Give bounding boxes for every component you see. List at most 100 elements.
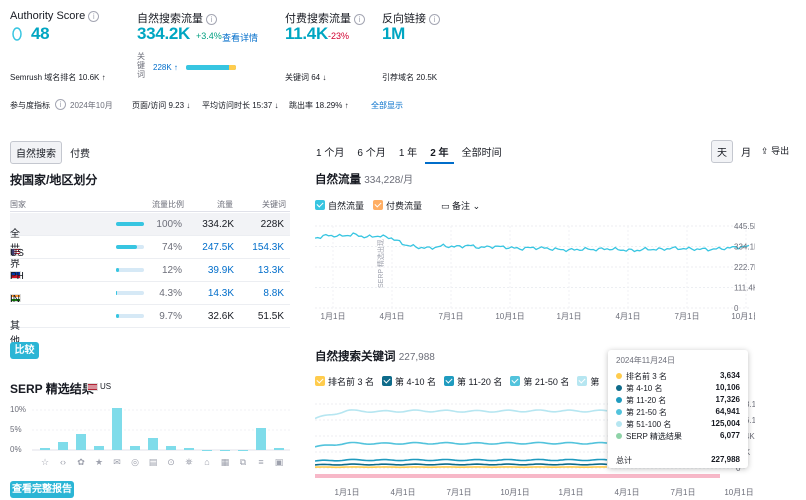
keywords-value[interactable]: 13.3K [258, 265, 284, 276]
export-button[interactable]: ⇪ 导出 [761, 144, 789, 157]
serp-feature-icon: ☆ [41, 457, 49, 467]
paid-traffic-value[interactable]: 11.4K [285, 24, 328, 44]
serp-feature-icon: ⊙ [167, 457, 175, 467]
chevron-down-icon: ⌄ [472, 201, 481, 211]
serp-features-chart: ☆ ‹› ✿ ★ ✉ ◎ ▤ ⊙ ⛯ ⌂ ▦ ⧉ ≡ ▣ [32, 408, 290, 467]
share-value: 4.3% [159, 288, 182, 299]
serp-feature-icon: ▣ [275, 457, 284, 467]
traffic-value[interactable]: 247.5K [202, 242, 234, 253]
granularity-month[interactable]: 月 [736, 141, 756, 162]
serp-feature-icon: ◎ [131, 457, 139, 467]
share-bar [116, 291, 144, 295]
x-tick-label: 10月1日 [724, 488, 753, 497]
range-1y[interactable]: 1 年 [394, 141, 422, 162]
serp-feature-icon: ▦ [221, 457, 230, 467]
serp-annotation: SERP 精选出现 [376, 239, 385, 288]
info-icon[interactable]: i [55, 99, 66, 110]
legend-item[interactable]: 第 [577, 376, 599, 387]
table-row[interactable]: 其他9.7%32.6K51.5K [10, 305, 290, 347]
pages-per-visit: 页面/访问 9.23 ↓ [132, 101, 191, 110]
x-tick-label: 10月1日 [500, 488, 529, 497]
tab-organic[interactable]: 自然搜索 [10, 141, 62, 164]
range-1m[interactable]: 1 个月 [311, 141, 349, 162]
tooltip-row: 排名前 3 名 3,634 [616, 371, 740, 382]
organic-traffic-value[interactable]: 334.2K [137, 24, 190, 44]
table-row[interactable]: US 74% 247.5K 154.3K [10, 236, 290, 259]
serp-ytick: 5% [10, 425, 22, 434]
keywords-label: 关 键 词 [137, 52, 145, 79]
serp-feature-icon: ✿ [77, 457, 85, 467]
serp-bar [202, 450, 212, 451]
semrush-rank[interactable]: Semrush 域名排名 10.6K ↑ [10, 72, 106, 83]
serp-feature-icon: ⌂ [204, 457, 209, 467]
info-icon[interactable]: i [206, 13, 217, 25]
legend-paid[interactable]: 付费流量 [373, 199, 422, 212]
tab-paid[interactable]: 付费 [65, 142, 95, 163]
share-value: 100% [156, 219, 182, 230]
serp-bar [256, 428, 266, 450]
paid-keywords[interactable]: 关键词 64 ↓ [285, 72, 326, 83]
table-row[interactable]: PH 12% 39.9K 13.3K [10, 259, 290, 282]
legend-item[interactable]: 第 11-20 名 [444, 376, 502, 387]
serp-feature-icon: ▤ [149, 457, 158, 467]
authority-icon [12, 27, 22, 44]
backlinks-value[interactable]: 1M [382, 24, 405, 44]
source-tabs: 自然搜索 付费 [10, 141, 95, 164]
serp-bar [184, 448, 194, 450]
show-all-link[interactable]: 全部显示 [371, 100, 403, 111]
checkbox-icon [373, 200, 383, 210]
info-icon[interactable]: i [429, 13, 440, 25]
full-report-button[interactable]: 查看完整报告 [10, 481, 74, 498]
range-6m[interactable]: 6 个月 [352, 141, 390, 162]
table-row[interactable]: 全世界100%334.2K228K [10, 213, 290, 270]
serp-bar [76, 434, 86, 450]
keywords-value: 228K [260, 219, 284, 230]
keywords-series-line [315, 458, 608, 462]
table-divider [10, 211, 290, 212]
info-icon[interactable]: i [354, 13, 365, 25]
keywords-series-line [315, 441, 608, 448]
keywords-value[interactable]: 228K ↑ [153, 63, 178, 72]
x-tick-label: 1月1日 [335, 488, 360, 497]
notes-icon: ▭ [441, 201, 450, 211]
range-2y[interactable]: 2 年 [425, 141, 454, 164]
y-tick-label: 445.5K [734, 222, 755, 231]
compare-button[interactable]: 比较 [10, 342, 39, 359]
info-icon[interactable]: i [88, 10, 100, 22]
traffic-chart: SERP 精选出现445.5K334.1K222.7K111.4K01月1日4月… [315, 222, 755, 321]
legend-organic[interactable]: 自然流量 [315, 199, 364, 212]
traffic-chart-subtitle: 334,228/月 [364, 175, 414, 186]
serp-feature-icon: ‹› [60, 457, 66, 467]
referring-domains[interactable]: 引荐域名 20.5K [382, 72, 437, 83]
keywords-value[interactable]: 8.8K [263, 288, 284, 299]
traffic-value[interactable]: 39.9K [208, 265, 234, 276]
authority-score-label: Authority Score i [10, 10, 100, 22]
keywords-value: 51.5K [257, 311, 284, 322]
share-value: 74% [161, 242, 182, 253]
traffic-value[interactable]: 14.3K [208, 288, 234, 299]
serp-bar [112, 408, 122, 450]
authority-score-value: 48 [31, 24, 50, 43]
table-row[interactable]: IN 4.3% 14.3K 8.8K [10, 282, 290, 305]
range-all[interactable]: 全部时间 [457, 141, 507, 162]
serp-feature-icon: ★ [95, 457, 103, 467]
notes-dropdown[interactable]: ▭ 备注 ⌄ [441, 199, 480, 212]
keywords-tooltip: 2024年11月24日 排名前 3 名 3,634 第 4-10 名 10,106 第 … [608, 350, 748, 468]
keywords-value[interactable]: 154.3K [252, 242, 284, 253]
serp-bar [130, 446, 140, 450]
tooltip-row: 第 4-10 名 10,106 [616, 383, 740, 394]
legend-item[interactable]: 第 4-10 名 [382, 376, 436, 387]
x-tick-label: 1月1日 [557, 312, 582, 321]
view-details-link[interactable]: 查看详情 [222, 31, 258, 44]
export-icon: ⇪ [761, 146, 769, 156]
x-tick-label: 4月1日 [615, 488, 640, 497]
serp-bar [94, 446, 104, 450]
legend-item[interactable]: 排名前 3 名 [315, 376, 374, 387]
serp-bar [40, 448, 50, 450]
serp-bar [238, 450, 248, 451]
x-tick-label: 1月1日 [559, 488, 584, 497]
serp-feature-icon: ≡ [258, 457, 263, 467]
granularity-day[interactable]: 天 [711, 140, 733, 163]
engagement-date: 2024年10月 [70, 101, 113, 110]
legend-item[interactable]: 第 21-50 名 [510, 376, 569, 387]
